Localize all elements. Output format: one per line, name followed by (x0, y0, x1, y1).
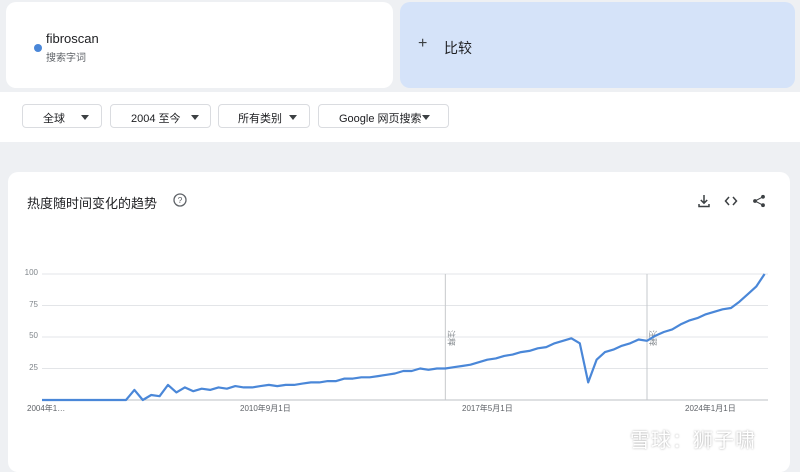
download-icon[interactable] (697, 194, 711, 208)
time-range-filter-label: 2004 至今 (131, 113, 181, 125)
search-type-filter[interactable]: Google 网页搜索 (318, 104, 449, 128)
snowball-logo (604, 426, 626, 448)
chevron-down-icon (422, 115, 430, 120)
watermark-text: 雪球：狮子啸 (630, 430, 756, 452)
embed-icon[interactable] (724, 194, 738, 208)
svg-text:?: ? (178, 195, 183, 205)
y-tick-label: 50 (29, 331, 38, 340)
y-tick-label: 100 (24, 268, 38, 277)
category-filter[interactable]: 所有类别 (218, 104, 310, 128)
x-tick-label: 2010年9月1日 (240, 404, 291, 413)
plus-icon: + (418, 35, 428, 52)
help-icon[interactable]: ? (173, 193, 187, 207)
search-type-filter-label: Google 网页搜索 (339, 113, 422, 125)
search-term-name[interactable]: fibroscan (46, 31, 99, 46)
region-filter-label: 全球 (43, 113, 65, 125)
x-tick-label: 2004年1… (27, 404, 66, 413)
category-filter-label: 所有类别 (238, 113, 282, 125)
y-tick-label: 75 (29, 299, 38, 309)
compare-label: 比较 (444, 40, 472, 56)
time-range-filter[interactable]: 2004 至今 (110, 104, 211, 128)
chevron-down-icon (191, 115, 199, 120)
share-icon[interactable] (752, 194, 766, 208)
term-color-dot (34, 44, 42, 52)
region-filter[interactable]: 全球 (22, 104, 102, 128)
x-tick-label: 2017年5月1日 (462, 404, 513, 413)
chart-section-title: 热度随时间变化的趋势 (27, 196, 158, 211)
x-tick-label: 2024年1月1日 (685, 404, 736, 413)
chevron-down-icon (289, 115, 297, 120)
search-term-type: 搜索字词 (46, 53, 86, 64)
chevron-down-icon (81, 115, 89, 120)
y-tick-label: 25 (29, 362, 38, 372)
